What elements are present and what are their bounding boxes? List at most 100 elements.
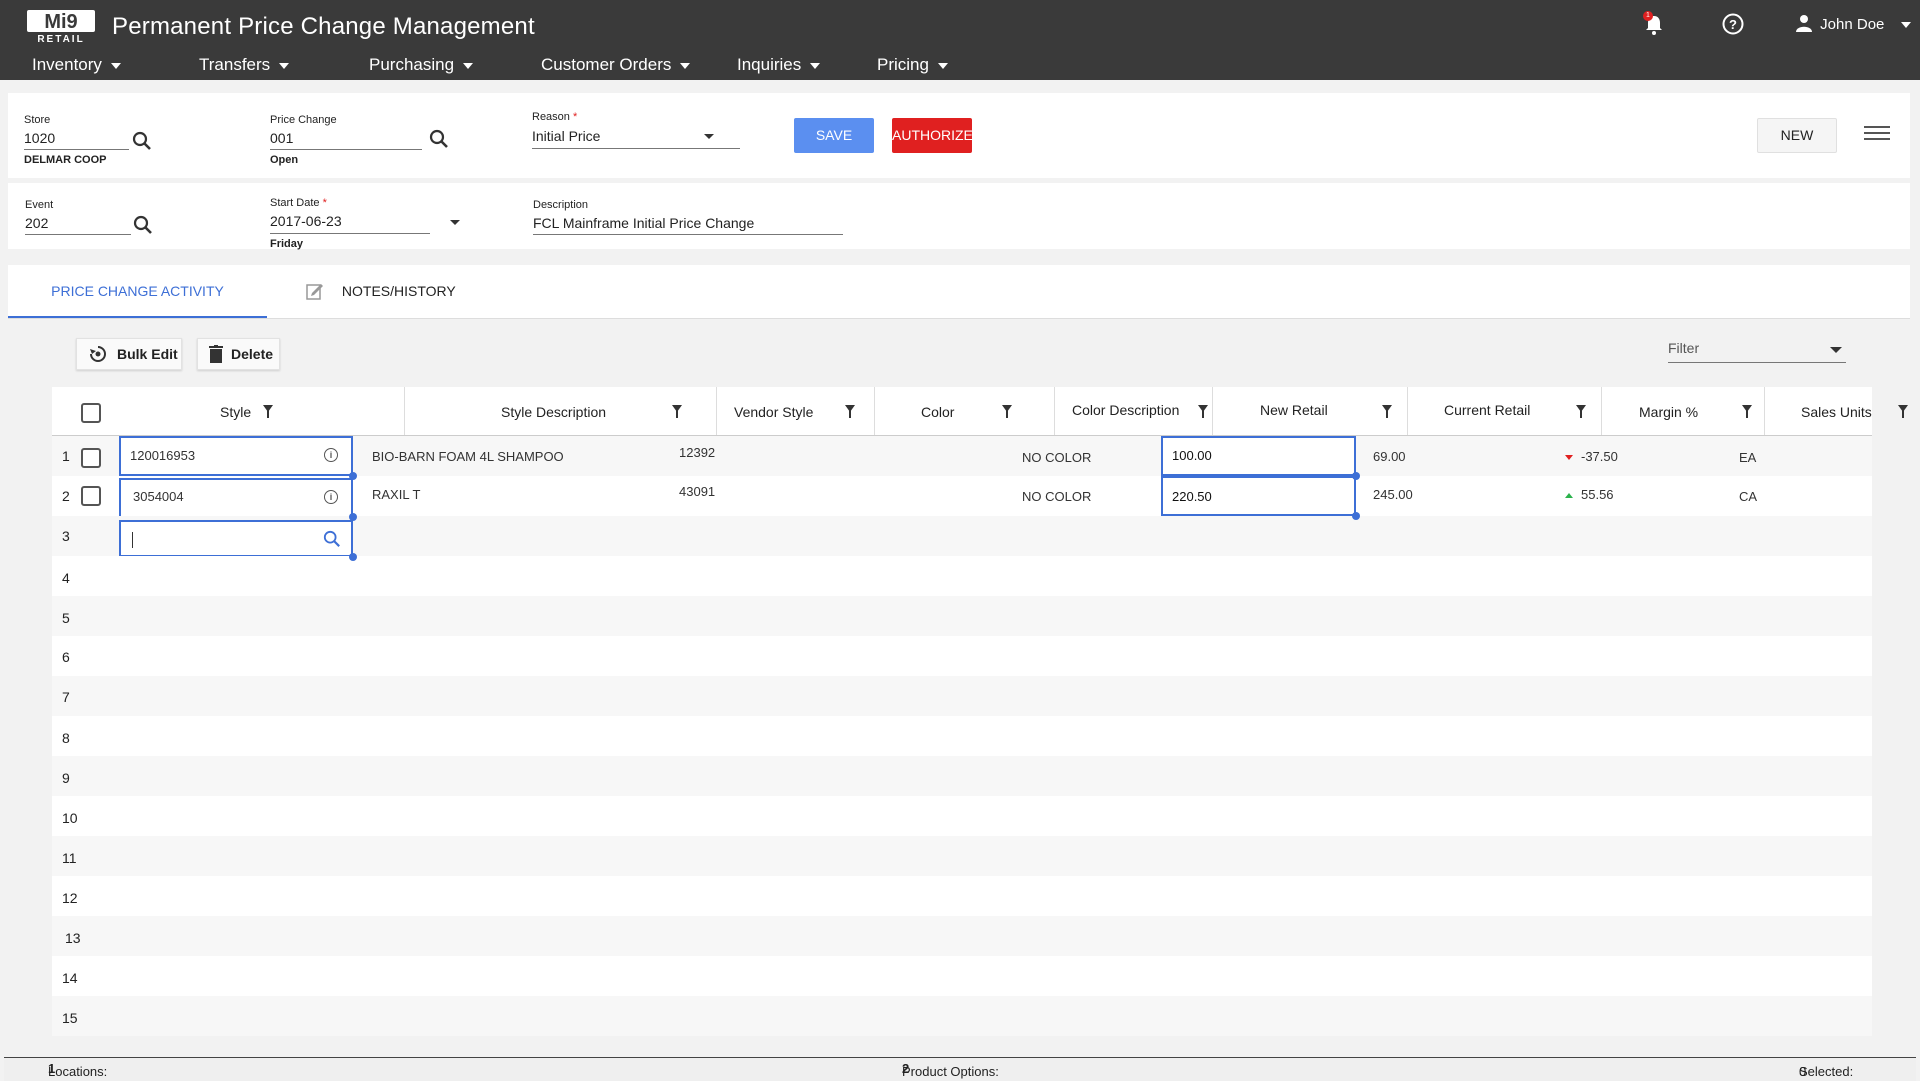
table-row[interactable]: 4 — [52, 556, 1872, 596]
filter-icon[interactable] — [1198, 405, 1208, 418]
product-options-count: Product Options: 2 — [902, 1061, 999, 1079]
col-color-description: Color Description — [1055, 387, 1213, 435]
user-name: John Doe — [1820, 16, 1885, 33]
store-label: Store — [24, 114, 51, 126]
event-form-panel: Event 202 Start Date * 2017-06-23 Friday… — [8, 183, 1910, 250]
new-retail-cell[interactable]: 220.50 — [1161, 476, 1356, 516]
notifications-bell-icon[interactable]: 1 — [1643, 11, 1663, 40]
filter-icon[interactable] — [845, 405, 855, 418]
filter-icon[interactable] — [1002, 405, 1012, 418]
style-cell[interactable]: 120016953 i — [119, 436, 353, 476]
delete-button[interactable]: Delete — [197, 338, 280, 370]
table-row[interactable]: 3 — [52, 516, 1872, 557]
tab-notes-history[interactable]: NOTES/HISTORY — [306, 265, 466, 318]
grid-header: Style Style Description Vendor Style Col… — [52, 387, 1908, 436]
row-checkbox[interactable] — [81, 448, 101, 468]
chevron-down-icon — [463, 62, 474, 69]
table-row[interactable]: 6 — [52, 636, 1872, 676]
save-button[interactable]: SAVE — [794, 118, 874, 153]
table-row[interactable]: 5 — [52, 596, 1872, 636]
info-icon[interactable]: i — [324, 448, 338, 462]
store-underline — [24, 149, 129, 150]
selection-handle[interactable] — [1352, 512, 1360, 520]
chevron-down-icon — [937, 62, 948, 69]
table-row[interactable]: 11 — [52, 836, 1872, 876]
style-search-icon[interactable] — [323, 530, 341, 548]
row-checkbox[interactable] — [81, 486, 101, 506]
tab-bar: PRICE CHANGE ACTIVITY NOTES/HISTORY — [8, 265, 1910, 319]
trend-down-icon — [1565, 455, 1573, 461]
price-change-search-icon[interactable] — [429, 129, 449, 149]
nav-transfers[interactable]: Transfers — [199, 55, 290, 75]
table-row[interactable]: 7 — [52, 676, 1872, 716]
store-input[interactable]: 1020 — [24, 130, 55, 146]
selection-handle[interactable] — [349, 513, 357, 521]
event-search-icon[interactable] — [133, 215, 153, 235]
col-current-retail: Current Retail — [1408, 387, 1602, 435]
margin-value: 55.56 — [1565, 487, 1614, 502]
selection-handle[interactable] — [349, 472, 357, 480]
authorize-button[interactable]: AUTHORIZE — [892, 118, 973, 153]
price-change-input[interactable]: 001 — [270, 130, 293, 146]
user-menu[interactable]: John Doe — [1796, 14, 1911, 33]
col-color: Color — [875, 387, 1055, 435]
filter-icon[interactable] — [1382, 405, 1392, 418]
new-button[interactable]: NEW — [1757, 118, 1837, 153]
nav-customer-orders[interactable]: Customer Orders — [541, 55, 691, 75]
table-row[interactable]: 1 120016953 i BIO-BARN FOAM 4L SHAMPOO 1… — [52, 436, 1872, 476]
filter-icon[interactable] — [1576, 405, 1586, 418]
info-icon[interactable]: i — [324, 490, 338, 504]
bulk-edit-button[interactable]: Bulk Edit — [76, 338, 182, 370]
table-row[interactable]: 12 — [52, 876, 1872, 916]
chevron-down-icon — [1900, 22, 1911, 29]
event-underline — [25, 234, 131, 235]
nav-pricing[interactable]: Pricing — [877, 55, 948, 75]
table-row[interactable]: 15 — [52, 996, 1872, 1036]
event-input[interactable]: 202 — [25, 215, 48, 231]
nav-inquiries[interactable]: Inquiries — [737, 55, 821, 75]
nav-purchasing[interactable]: Purchasing — [369, 55, 474, 75]
event-label: Event — [25, 199, 54, 211]
table-row[interactable]: 13 — [52, 916, 1872, 956]
col-sales-units: Sales Units — [1765, 387, 1908, 435]
table-row[interactable]: 14 — [52, 956, 1872, 996]
selection-handle[interactable] — [349, 553, 357, 561]
header-form-panel: Store 1020 DELMAR COOP Price Change 001 … — [8, 93, 1910, 178]
filter-select[interactable]: Filter — [1668, 340, 1846, 363]
filter-icon[interactable] — [263, 405, 273, 418]
filter-icon[interactable] — [672, 405, 682, 418]
col-new-retail: New Retail — [1213, 387, 1408, 435]
select-all-checkbox[interactable] — [81, 403, 101, 423]
style-cell[interactable]: 3054004 i — [119, 478, 353, 518]
description-underline — [533, 234, 843, 235]
start-date-picker[interactable]: 2017-06-23 — [270, 213, 460, 229]
help-icon[interactable]: ? — [1722, 13, 1744, 40]
margin-value: -37.50 — [1565, 449, 1618, 464]
tab-price-change-activity[interactable]: PRICE CHANGE ACTIVITY — [8, 265, 267, 318]
table-row[interactable]: 2 3054004 i RAXIL T 43091 NO COLOR 220.5… — [52, 476, 1872, 518]
filter-icon[interactable] — [1898, 405, 1908, 418]
filter-icon[interactable] — [1742, 405, 1752, 418]
hamburger-menu-icon[interactable] — [1864, 125, 1890, 143]
store-search-icon[interactable] — [132, 131, 152, 151]
svg-text:?: ? — [1729, 17, 1737, 32]
reason-select[interactable]: Initial Price — [532, 128, 722, 144]
nav-inventory[interactable]: Inventory — [32, 55, 121, 75]
description-input[interactable]: FCL Mainframe Initial Price Change — [533, 215, 754, 231]
price-change-status: Open — [270, 154, 299, 166]
col-style-description: Style Description — [405, 387, 717, 435]
svg-text:Mi9: Mi9 — [44, 11, 77, 33]
app-title: Permanent Price Change Management — [112, 13, 535, 40]
selection-handle[interactable] — [1352, 472, 1360, 480]
select-all-header — [52, 387, 119, 435]
chevron-down-icon — [450, 220, 460, 225]
store-name: DELMAR COOP — [24, 154, 107, 166]
status-bar: Locations: 1 Product Options: 2 Selected… — [4, 1057, 1916, 1081]
table-row[interactable]: 9 — [52, 756, 1872, 796]
new-retail-cell[interactable]: 100.00 — [1161, 436, 1356, 476]
table-row[interactable]: 10 — [52, 796, 1872, 836]
start-day: Friday — [270, 238, 304, 250]
table-row[interactable]: 8 — [52, 716, 1872, 756]
new-style-input[interactable] — [119, 520, 353, 557]
reason-label: Reason * — [532, 111, 578, 123]
